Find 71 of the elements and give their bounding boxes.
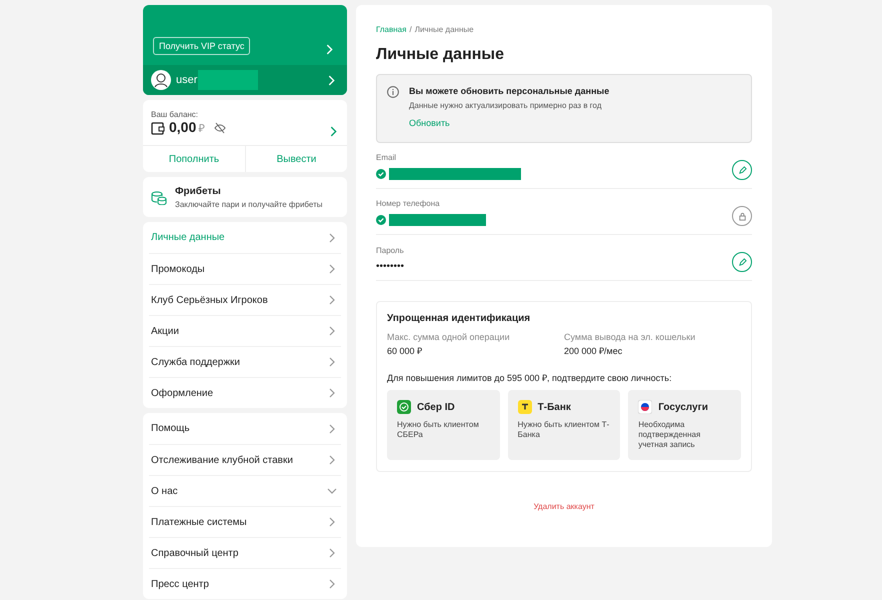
notice-title: Вы можете обновить персональные данные bbox=[409, 86, 610, 96]
menu-item[interactable]: Служба поддержки bbox=[149, 346, 341, 377]
info-icon bbox=[387, 86, 399, 98]
wallet-icon bbox=[151, 121, 165, 135]
round-logo-icon bbox=[638, 400, 652, 414]
menu-item[interactable]: Пресс центр bbox=[149, 568, 341, 599]
provider-card[interactable]: Т-Банк Нужно быть клиентом Т-Банка bbox=[508, 390, 620, 460]
chevron-right-icon bbox=[326, 74, 337, 86]
coins-icon bbox=[151, 189, 167, 205]
password-value: •••••••• bbox=[376, 261, 404, 272]
menu-item[interactable]: Акции bbox=[149, 315, 341, 346]
menu-item[interactable]: Платежные системы bbox=[149, 506, 341, 537]
chevron-down-icon bbox=[327, 486, 337, 496]
page-title: Личные данные bbox=[376, 46, 505, 64]
edit-button[interactable] bbox=[732, 160, 752, 180]
chevron-right-icon bbox=[328, 126, 339, 137]
chevron-right-icon bbox=[327, 357, 337, 367]
chevron-right-icon bbox=[327, 424, 337, 434]
limit-label: Макс. сумма одной операции bbox=[387, 332, 511, 342]
provider-name: Сбер ID bbox=[417, 402, 455, 412]
pencil-icon bbox=[738, 166, 746, 174]
provider-card[interactable]: Сбер ID Нужно быть клиентом СБЕРа bbox=[387, 390, 500, 460]
menu-item[interactable]: Клуб Серьёзных Игроков bbox=[149, 284, 341, 315]
edit-button[interactable] bbox=[732, 252, 752, 272]
chevron-right-icon bbox=[327, 548, 337, 558]
chevron-right-icon bbox=[324, 44, 335, 55]
limits-prompt: Для повышения лимитов до 595 000 ₽, подтвердите свою личность: bbox=[387, 372, 673, 384]
menu-item[interactable]: Отслеживание клубной ставки bbox=[149, 444, 341, 475]
menu-item[interactable]: Справочный центр bbox=[149, 537, 341, 568]
menu-item[interactable]: Промокоды bbox=[149, 253, 341, 284]
field-label: Номер телефона bbox=[376, 199, 441, 208]
provider-card[interactable]: Госуслуги Необходима подтвержденная учетная запись bbox=[628, 390, 741, 460]
chevron-right-icon bbox=[327, 388, 337, 398]
check-circle-logo-icon bbox=[397, 400, 411, 414]
letter-logo-icon bbox=[518, 400, 532, 414]
chevron-right-icon bbox=[327, 455, 337, 465]
lock-button[interactable] bbox=[732, 206, 752, 226]
breadcrumb-separator: / bbox=[409, 25, 412, 34]
freebets-title: Фрибеты bbox=[175, 186, 222, 196]
chevron-right-icon bbox=[327, 264, 337, 274]
chevron-right-icon bbox=[327, 326, 337, 336]
breadcrumb: Личные данные bbox=[414, 25, 474, 34]
avatar-icon bbox=[151, 70, 171, 90]
provider-description: Нужно быть клиентом Т-Банка bbox=[518, 420, 610, 440]
chevron-right-icon bbox=[327, 579, 337, 589]
chevron-right-icon bbox=[327, 517, 337, 527]
balance-amount: 0,00₽ bbox=[169, 119, 204, 137]
field-label: Пароль bbox=[376, 246, 404, 255]
pencil-icon bbox=[738, 258, 746, 266]
freebets-subtitle: Заключайте пари и получайте фрибеты bbox=[175, 200, 323, 208]
chevron-right-icon bbox=[327, 232, 337, 242]
chevron-right-icon bbox=[327, 295, 337, 305]
eye-off-icon[interactable] bbox=[214, 122, 226, 134]
provider-name: Т-Банк bbox=[538, 402, 571, 412]
limit-label: Сумма вывода на эл. кошельки bbox=[564, 332, 696, 342]
notice-text: Данные нужно актуализировать примерно раз в год bbox=[409, 101, 602, 110]
limit-value: 60 000 ₽ bbox=[387, 345, 424, 357]
provider-description: Нужно быть клиентом СБЕРа bbox=[397, 420, 480, 440]
lock-icon bbox=[738, 212, 746, 220]
username: user bbox=[176, 74, 198, 86]
balance-label: Ваш баланс: bbox=[151, 110, 200, 119]
freebets-card[interactable]: Фрибеты Заключайте пари и получайте фрибеты bbox=[143, 177, 347, 217]
limit-value: 200 000 ₽/мес bbox=[564, 345, 624, 357]
provider-name: Госуслуги bbox=[658, 402, 708, 412]
field-label: Email bbox=[376, 153, 398, 162]
provider-description: Необходима подтвержденная учетная запись bbox=[638, 420, 702, 450]
delete-account-link[interactable]: Удалить аккаунт bbox=[534, 502, 594, 511]
menu-item[interactable]: Помощь bbox=[149, 413, 341, 444]
menu-item[interactable]: Оформление bbox=[149, 377, 341, 408]
menu-item[interactable]: О нас bbox=[149, 475, 341, 506]
identification-title: Упрощенная идентификация bbox=[387, 313, 532, 324]
